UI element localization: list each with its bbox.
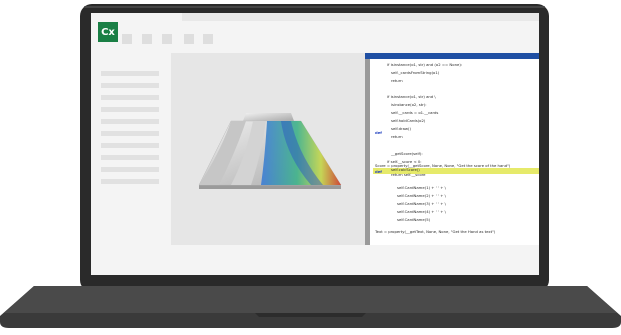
- code-line: __getScore(self):: [391, 151, 423, 156]
- code-line: self.CardName(2) + ' ' + \: [397, 193, 446, 198]
- code-line: self.CardName(4) + ' ' + \: [397, 209, 446, 214]
- code-line: self.__cards = o1.__cards: [391, 110, 439, 115]
- sidebar-item[interactable]: [101, 83, 159, 88]
- toolbar-icon-1[interactable]: [122, 34, 132, 44]
- code-editor-header: [365, 53, 539, 59]
- 3d-viewport[interactable]: [171, 53, 365, 245]
- code-line: if isinstance(o1, str) and \: [387, 94, 436, 99]
- code-line: self.draw(): [391, 126, 412, 131]
- code-editor[interactable]: if isinstance(o1, str) and (o2 == None):…: [365, 53, 539, 245]
- sidebar-item[interactable]: [101, 179, 159, 184]
- toolbar-icon-2[interactable]: [142, 34, 152, 44]
- toolbar-icon-4[interactable]: [184, 34, 194, 44]
- code-line: if isinstance(o1, str) and (o2 == None):: [387, 62, 463, 67]
- text-property-line: Text = property(__getText, None, None, "…: [375, 229, 496, 234]
- code-line: self.CardName(1) + ' ' + \: [397, 185, 446, 190]
- app-logo[interactable]: Cx: [98, 22, 118, 42]
- def-keyword: def: [375, 130, 382, 135]
- code-line: self.CardName(5): [397, 217, 431, 222]
- code-line: isinstance(o2, str):: [391, 102, 427, 107]
- sidebar-item[interactable]: [101, 107, 159, 112]
- sidebar-item[interactable]: [101, 119, 159, 124]
- code-line: self.holdCards(o2): [391, 118, 426, 123]
- code-line: return: [391, 78, 403, 83]
- laptop-base: [0, 286, 621, 328]
- code-line: return: [391, 134, 403, 139]
- sidebar-item[interactable]: [101, 95, 159, 100]
- sidebar-item[interactable]: [101, 71, 159, 76]
- sidebar-item[interactable]: [101, 155, 159, 160]
- toolbar-icon-3[interactable]: [162, 34, 172, 44]
- laptop-screen: Cx if isinstance(o1, str) and (o2 == Non…: [91, 13, 539, 275]
- toolbar-icon-5[interactable]: [203, 34, 213, 44]
- code-line: return self.__score: [391, 172, 426, 177]
- code-scrollbar[interactable]: [365, 59, 370, 245]
- code-line: self.CardName(3) + ' ' + \: [397, 201, 446, 206]
- sidebar-item[interactable]: [101, 143, 159, 148]
- 3d-model: [198, 113, 342, 189]
- code-line: self._cardsFromString(o1): [391, 70, 440, 75]
- app-logo-text: Cx: [101, 26, 115, 38]
- sidebar-item[interactable]: [101, 131, 159, 136]
- lid-highlight: [84, 6, 545, 8]
- def-keyword-2: def: [375, 169, 382, 174]
- sidebar-item[interactable]: [101, 167, 159, 172]
- top-bar: [182, 13, 539, 21]
